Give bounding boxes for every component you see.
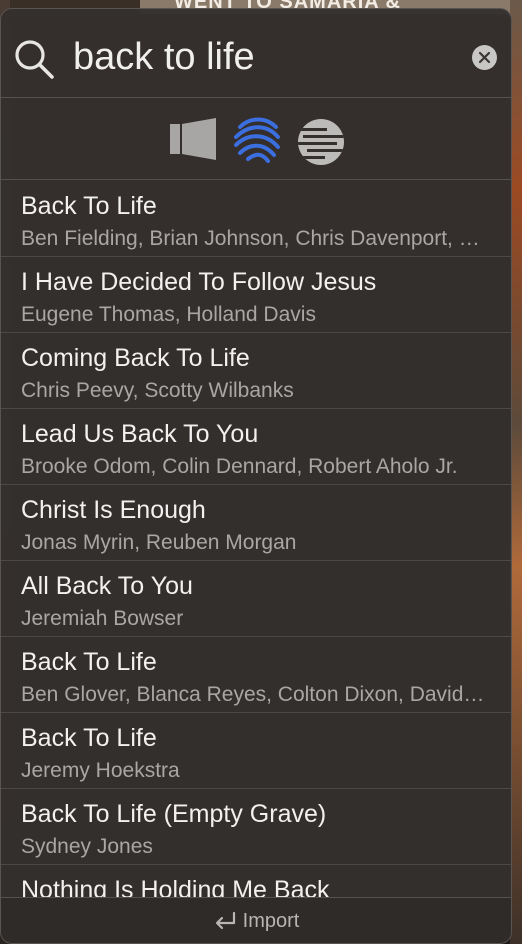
search-results-list: Back To Life Ben Fielding, Brian Johnson… [1,181,511,897]
result-authors: Sydney Jones [21,835,153,858]
result-title: All Back To You [21,572,193,600]
return-arrow-icon [215,911,235,930]
source-gray-icon[interactable] [168,118,218,160]
result-title: Back To Life [21,648,157,676]
result-authors: Brooke Odom, Colin Dennard, Robert Aholo… [21,455,458,478]
result-row[interactable]: Coming Back To Life Chris Peevy, Scotty … [1,333,511,409]
result-title: Nothing Is Holding Me Back [21,876,330,897]
result-authors: Ben Fielding, Brian Johnson, Chris Daven… [21,227,485,250]
result-row[interactable]: Back To Life Jeremy Hoekstra [1,713,511,789]
result-row[interactable]: All Back To You Jeremiah Bowser [1,561,511,637]
result-authors: Jonas Myrin, Reuben Morgan [21,531,297,554]
search-bar [1,9,511,98]
footer-bar: Import [1,897,511,943]
result-row[interactable]: Back To Life Ben Fielding, Brian Johnson… [1,181,511,257]
result-authors: Eugene Thomas, Holland Davis [21,303,316,326]
result-row[interactable]: Back To Life Ben Glover, Blanca Reyes, C… [1,637,511,713]
result-authors: Jeremy Hoekstra [21,759,180,782]
result-row[interactable]: Christ Is Enough Jonas Myrin, Reuben Mor… [1,485,511,561]
result-row[interactable]: Nothing Is Holding Me Back [1,865,511,897]
result-title: I Have Decided To Follow Jesus [21,268,377,296]
result-row[interactable]: Lead Us Back To You Brooke Odom, Colin D… [1,409,511,485]
search-input[interactable] [73,33,453,81]
source-blue-icon[interactable] [232,117,282,163]
magnifier-icon [15,40,54,79]
result-title: Christ Is Enough [21,496,206,524]
clear-search-button[interactable] [472,45,497,70]
import-label: Import [242,909,300,932]
result-row[interactable]: I Have Decided To Follow Jesus Eugene Th… [1,257,511,333]
clear-x-icon [478,51,491,64]
result-title: Back To Life [21,192,157,220]
result-authors: Chris Peevy, Scotty Wilbanks [21,379,294,402]
result-authors: Jeremiah Bowser [21,607,184,630]
import-button[interactable]: Import [1,898,511,943]
source-lines-icon[interactable] [297,119,345,165]
result-title: Back To Life (Empty Grave) [21,800,327,828]
result-title: Coming Back To Life [21,344,250,372]
song-search-popover: Back To Life Ben Fielding, Brian Johnson… [0,8,512,944]
result-authors: Ben Glover, Blanca Reyes, Colton Dixon, … [21,683,485,706]
result-title: Lead Us Back To You [21,420,259,448]
result-row[interactable]: Back To Life (Empty Grave) Sydney Jones [1,789,511,865]
source-selector [1,99,511,180]
result-title: Back To Life [21,724,157,752]
